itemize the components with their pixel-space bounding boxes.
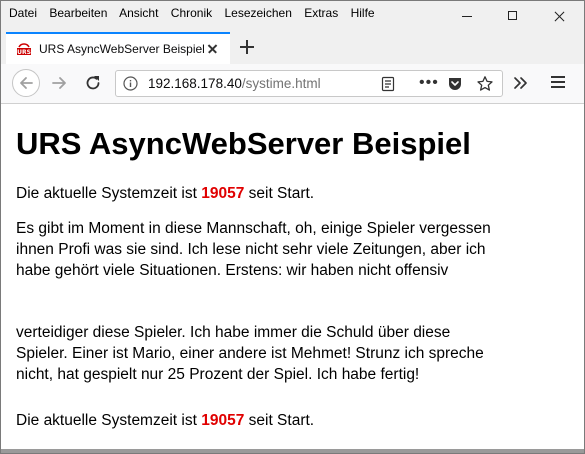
menu-chronik[interactable]: Chronik <box>171 6 212 20</box>
hamburger-menu-icon[interactable] <box>550 74 566 90</box>
systime-prefix-2: Die aktuelle Systemzeit ist <box>16 412 202 429</box>
systime-value-2: 19057 <box>201 412 245 429</box>
tab-active[interactable]: URS URS AsyncWebServer Beispiel <box>6 32 230 64</box>
minimize-button[interactable] <box>444 1 490 32</box>
favicon-text: URS <box>17 49 31 56</box>
maximize-button[interactable] <box>490 1 536 32</box>
navigation-bar: 192.168.178.40/systime.html ••• <box>1 64 584 104</box>
info-icon[interactable] <box>123 76 138 91</box>
url-host: 192.168.178.40 <box>148 76 242 91</box>
systime-prefix: Die aktuelle Systemzeit ist <box>16 185 202 202</box>
menu-hilfe[interactable]: Hilfe <box>351 6 375 20</box>
overflow-chevron-icon[interactable] <box>511 73 531 93</box>
forward-button[interactable] <box>50 73 70 93</box>
reader-view-icon[interactable] <box>380 76 396 92</box>
paragraph-line: ihnen Profi was sie sind. Ich lese nicht… <box>16 241 486 258</box>
paragraph-top-visible: Es gibt im Moment in diese Mannschaft, o… <box>16 218 536 281</box>
menu-extras[interactable]: Extras <box>304 6 338 20</box>
url-bar[interactable]: 192.168.178.40/systime.html ••• <box>115 70 503 97</box>
page-actions-more-icon[interactable]: ••• <box>419 74 439 92</box>
systime-line-2: Die aktuelle Systemzeit ist 19057 seit S… <box>16 410 314 431</box>
window-bottom-border <box>1 449 584 453</box>
reload-button[interactable] <box>83 73 103 93</box>
browser-window: Datei Bearbeiten Ansicht Chronik Lesezei… <box>0 0 585 454</box>
tab-title: URS AsyncWebServer Beispiel <box>39 42 205 56</box>
back-arrow-icon <box>20 77 33 89</box>
paragraph-bottom-visible: verteidiger diese Spieler. Ich habe imme… <box>16 322 536 392</box>
tab-close-icon[interactable] <box>206 42 220 56</box>
pocket-icon[interactable] <box>447 76 463 92</box>
menu-ansicht[interactable]: Ansicht <box>119 6 158 20</box>
systime-value: 19057 <box>201 185 245 202</box>
menu-bearbeiten[interactable]: Bearbeiten <box>49 6 107 20</box>
tab-strip: URS URS AsyncWebServer Beispiel <box>1 32 584 64</box>
paragraph-line: Spieler. Einer ist Mario, einer andere i… <box>16 345 484 362</box>
paragraph-line: nicht, hat gespielt nur 25 Prozent der S… <box>16 366 420 383</box>
systime-suffix: seit Start. <box>244 185 315 202</box>
page-content: URS AsyncWebServer Beispiel Die aktuelle… <box>1 104 584 453</box>
url-path: /systime.html <box>241 76 321 91</box>
urs-favicon-icon: URS <box>16 42 32 56</box>
menu-lesezeichen[interactable]: Lesezeichen <box>224 6 291 20</box>
url-text[interactable]: 192.168.178.40/systime.html <box>148 76 321 91</box>
paragraph-line: Es gibt im Moment in diese Mannschaft, o… <box>16 220 491 237</box>
forward-arrow-icon <box>52 77 66 89</box>
reload-icon <box>86 76 100 90</box>
bookmark-star-icon[interactable] <box>476 75 494 93</box>
paragraph-line: verteidiger diese Spieler. Ich habe imme… <box>16 324 451 341</box>
menu-items: Datei Bearbeiten Ansicht Chronik Lesezei… <box>9 6 384 20</box>
window-close-button[interactable] <box>536 1 582 32</box>
systime-suffix-2: seit Start. <box>244 412 315 429</box>
paragraph-line: habe gehört viele Situationen. Erstens: … <box>16 262 449 279</box>
menu-bar: Datei Bearbeiten Ansicht Chronik Lesezei… <box>1 1 584 32</box>
back-button[interactable] <box>12 69 40 97</box>
page-title: URS AsyncWebServer Beispiel <box>16 126 471 161</box>
systime-line: Die aktuelle Systemzeit ist 19057 seit S… <box>16 183 314 204</box>
new-tab-plus-icon[interactable] <box>238 38 256 56</box>
menu-datei[interactable]: Datei <box>9 6 37 20</box>
